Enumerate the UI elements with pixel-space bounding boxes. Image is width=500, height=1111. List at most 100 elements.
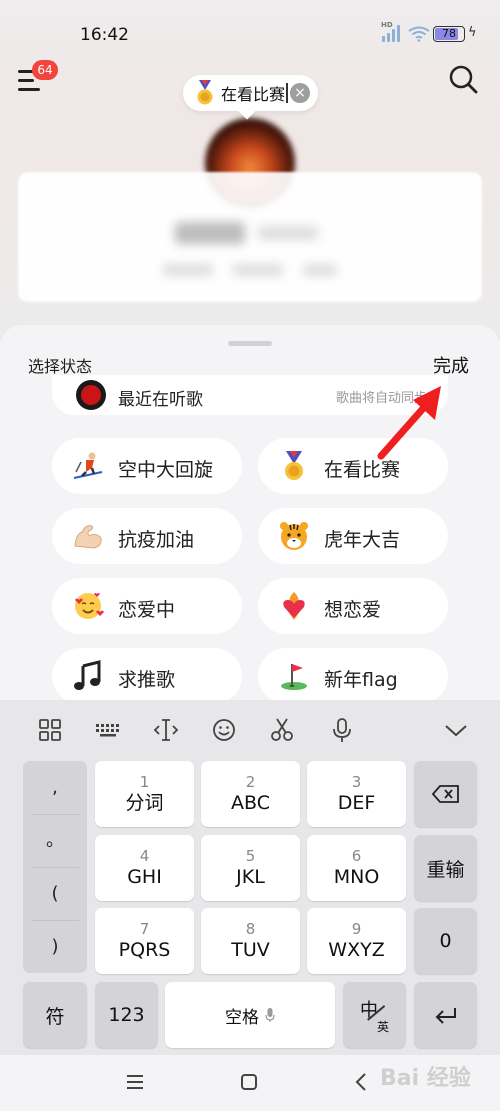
backspace-icon xyxy=(431,785,459,803)
key-9[interactable]: 9 WXYZ xyxy=(307,908,406,974)
scissors-icon[interactable] xyxy=(268,716,296,744)
status-option-label: 空中大回旋 xyxy=(118,459,214,481)
medal-icon xyxy=(285,451,303,480)
space-key[interactable]: 空格 xyxy=(165,982,335,1048)
backspace-key[interactable] xyxy=(414,761,477,827)
number-mode-key[interactable]: 123 xyxy=(95,982,158,1048)
status-option-label: 抗疫加油 xyxy=(118,529,195,551)
emoji-icon[interactable] xyxy=(210,716,238,744)
tiger-face-icon xyxy=(280,522,308,550)
punct-key[interactable]: ( xyxy=(23,867,87,920)
key-number: 5 xyxy=(245,847,256,865)
key-number: 9 xyxy=(351,920,362,938)
key-number: 4 xyxy=(139,847,150,865)
status-time: 16:42 xyxy=(80,25,129,45)
chevron-down-icon[interactable] xyxy=(442,716,470,744)
key-4[interactable]: 4 GHI xyxy=(95,835,194,901)
key-label: DEF xyxy=(337,792,376,814)
heart-on-fire-icon xyxy=(283,592,305,620)
wifi-icon xyxy=(408,26,430,42)
enter-key[interactable] xyxy=(414,982,477,1048)
key-label: GHI xyxy=(127,866,162,888)
key-6[interactable]: 6 MNO xyxy=(307,835,406,901)
text-cursor xyxy=(286,83,288,103)
status-option[interactable]: 想恋爱 xyxy=(258,578,448,634)
key-label: 空格 xyxy=(225,1007,259,1028)
status-option[interactable]: 虎年大吉 xyxy=(258,508,448,564)
back-icon[interactable] xyxy=(354,1072,368,1092)
language-switch-key[interactable]: 中 英 xyxy=(343,982,406,1048)
key-label: ABC xyxy=(231,792,270,814)
watermark: Bai 经验 xyxy=(380,1066,471,1091)
clear-icon[interactable]: × xyxy=(290,83,310,103)
annotation-arrow-icon xyxy=(377,386,441,460)
blurred-stat xyxy=(303,264,337,276)
key-label: JKL xyxy=(236,866,265,888)
key-7[interactable]: 7 PQRS xyxy=(95,908,194,974)
key-label: WXYZ xyxy=(328,939,385,961)
smiling-face-hearts-icon xyxy=(75,593,104,619)
record-icon xyxy=(76,380,106,410)
musical-note-icon xyxy=(74,660,101,690)
status-option[interactable]: 恋爱中 xyxy=(52,578,242,634)
key-8[interactable]: 8 TUV xyxy=(201,908,300,974)
punctuation-column[interactable]: , 。 ( ) xyxy=(23,761,87,973)
blurred-user-id xyxy=(258,226,318,240)
reenter-key[interactable]: 重输 xyxy=(414,835,477,901)
blurred-stat xyxy=(163,264,213,276)
status-option[interactable]: 求推歌 xyxy=(52,648,242,704)
current-status-pill[interactable]: 在看比赛 × xyxy=(183,75,318,111)
medal-icon xyxy=(197,80,213,105)
punct-key[interactable]: , xyxy=(23,761,87,814)
recent-apps-icon[interactable] xyxy=(125,1073,145,1091)
key-number: 3 xyxy=(351,773,362,791)
microphone-icon xyxy=(265,1008,275,1022)
key-2[interactable]: 2 ABC xyxy=(201,761,300,827)
symbol-key[interactable]: 符 xyxy=(23,982,87,1048)
key-1[interactable]: 1 分词 xyxy=(95,761,194,827)
key-label: 符 xyxy=(45,1005,65,1028)
notification-badge: 64 xyxy=(32,60,58,80)
home-icon[interactable] xyxy=(240,1073,258,1091)
zero-key[interactable]: 0 xyxy=(414,908,477,974)
status-option[interactable]: 抗疫加油 xyxy=(52,508,242,564)
microphone-icon[interactable] xyxy=(328,716,356,744)
status-option-label: 想恋爱 xyxy=(324,599,382,621)
status-option-label: 虎年大吉 xyxy=(324,529,401,551)
key-number: 8 xyxy=(245,920,256,938)
status-text-input[interactable]: 在看比赛 xyxy=(221,81,285,105)
status-option-label: 恋爱中 xyxy=(118,599,176,621)
search-icon[interactable] xyxy=(448,64,478,96)
battery-icon: 78 xyxy=(433,26,465,42)
status-option[interactable]: 空中大回旋 xyxy=(52,438,242,494)
sheet-title: 选择状态 xyxy=(28,357,93,376)
drag-handle[interactable] xyxy=(228,341,272,346)
key-label: 分词 xyxy=(125,792,164,814)
key-number: 1 xyxy=(139,773,150,791)
flexed-biceps-icon xyxy=(74,525,102,549)
status-option[interactable]: 新年flag xyxy=(258,648,448,704)
key-label: MNO xyxy=(333,866,380,888)
status-option-label: 新年flag xyxy=(324,669,398,691)
key-5[interactable]: 5 JKL xyxy=(201,835,300,901)
key-number: 7 xyxy=(139,920,150,938)
grid-menu-icon[interactable] xyxy=(36,716,64,744)
key-number: 6 xyxy=(351,847,362,865)
key-label: 重输 xyxy=(426,858,465,881)
text-cursor-icon[interactable] xyxy=(152,716,180,744)
status-bar: 16:42 HD 78 ϟ xyxy=(0,0,500,68)
keyboard: , 。 ( ) 1 分词 2 ABC 3 DEF 4 GHI 5 JKL 6 M… xyxy=(0,700,500,1055)
keyboard-layout-icon[interactable] xyxy=(94,716,122,744)
key-label: PQRS xyxy=(118,939,171,961)
key-label: 英 xyxy=(377,1020,390,1034)
punct-key[interactable]: 。 xyxy=(23,814,87,867)
return-icon xyxy=(435,1008,456,1024)
key-label: 0 xyxy=(439,930,452,952)
profile-card xyxy=(18,172,482,302)
punct-key[interactable]: ) xyxy=(23,920,87,973)
charging-icon: ϟ xyxy=(468,25,477,40)
recent-music-label: 最近在听歌 xyxy=(118,390,203,410)
key-3[interactable]: 3 DEF xyxy=(307,761,406,827)
key-label: TUV xyxy=(231,939,270,961)
golf-flag-icon xyxy=(281,664,307,690)
